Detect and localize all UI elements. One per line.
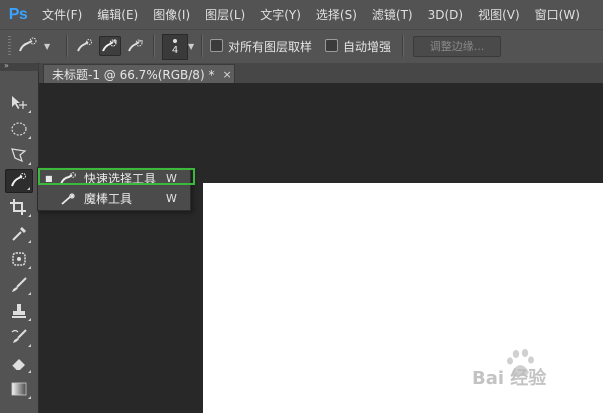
move-tool-icon [12, 96, 27, 109]
photoshop-logo: Ps [8, 5, 28, 23]
close-icon[interactable]: × [222, 68, 231, 81]
menu-view[interactable]: 视图(V) [478, 6, 520, 23]
move-tool[interactable] [5, 91, 33, 115]
quick-selection-icon [59, 171, 79, 187]
marquee-tool[interactable] [5, 117, 33, 141]
menu-edit[interactable]: 编辑(E) [97, 6, 138, 23]
magic-wand-icon [59, 191, 79, 207]
quick-selection-tool-icon [11, 173, 26, 187]
selected-marker-icon: ■ [45, 174, 53, 183]
tool-preset-picker[interactable]: ▼ [18, 35, 56, 57]
separator [201, 35, 203, 57]
document-tab-bar: 未标题-1 @ 66.7%(RGB/8) * × [39, 63, 603, 84]
document-tab-title: 未标题-1 @ 66.7%(RGB/8) * [52, 68, 215, 82]
options-grip[interactable] [8, 36, 11, 56]
separator [153, 35, 155, 57]
menu-file[interactable]: 文件(F) [42, 6, 82, 23]
lasso-tool-icon [11, 148, 27, 163]
history-brush-tool[interactable] [5, 325, 33, 349]
tool-flyout-menu: ■ 快速选择工具 W 魔棒工具 W [37, 167, 191, 211]
watermark-text: Bai 经验 [472, 367, 547, 389]
flyout-item-quick-selection[interactable]: ■ 快速选择工具 W [38, 169, 190, 188]
tools-panel [0, 71, 39, 413]
subtract-from-selection-button[interactable] [125, 36, 147, 56]
options-bar: ▼ 4 ▼ 对所有图层取样 自动增强 调整边缘... [0, 29, 603, 64]
history-brush-tool-icon [11, 329, 27, 343]
eyedropper-tool[interactable] [5, 221, 33, 245]
crop-tool[interactable] [5, 195, 33, 219]
sample-all-layers-label: 对所有图层取样 [228, 40, 313, 54]
brush-tool[interactable] [5, 273, 33, 297]
gradient-tool-icon [11, 382, 27, 396]
eyedropper-tool-icon [12, 227, 26, 241]
lasso-tool[interactable] [5, 143, 33, 167]
brush-size-picker[interactable]: 4 [162, 34, 188, 60]
crop-tool-icon [10, 199, 26, 215]
quick-selection-icon [19, 37, 37, 52]
menu-select[interactable]: 选择(S) [316, 6, 357, 23]
collapse-toolbar-icon[interactable]: » [4, 62, 9, 70]
separator [66, 35, 68, 57]
gradient-tool[interactable] [5, 377, 33, 401]
flyout-item-label: 魔棒工具 [84, 192, 133, 206]
flyout-item-magic-wand[interactable]: 魔棒工具 W [38, 189, 190, 208]
menu-filter[interactable]: 滤镜(T) [372, 6, 413, 23]
sample-all-layers-checkbox[interactable] [210, 39, 223, 52]
chevron-down-icon[interactable]: ▼ [188, 42, 194, 51]
clone-stamp-tool[interactable] [5, 299, 33, 323]
menu-layer[interactable]: 图层(L) [205, 6, 245, 23]
add-to-selection-button[interactable] [99, 36, 121, 56]
brush-tool-icon [12, 277, 27, 292]
quick-selection-tool[interactable] [5, 169, 33, 193]
baidu-watermark: Bai 经验 [472, 349, 547, 389]
spot-healing-tool[interactable] [5, 247, 33, 271]
refine-edge-button[interactable]: 调整边缘... [413, 36, 501, 57]
eraser-tool[interactable] [5, 351, 33, 375]
menu-3d[interactable]: 3D(D) [428, 8, 463, 22]
new-selection-button[interactable] [74, 36, 96, 56]
add-to-selection-icon [102, 39, 117, 52]
flyout-item-label: 快速选择工具 [84, 172, 157, 186]
auto-enhance-checkbox[interactable] [325, 39, 338, 52]
menu-window[interactable]: 窗口(W) [535, 6, 580, 23]
eraser-tool-icon [11, 359, 25, 371]
chevron-down-icon: ▼ [44, 41, 51, 51]
auto-enhance-label: 自动增强 [343, 40, 392, 54]
subtract-from-selection-icon [128, 39, 143, 52]
menu-image[interactable]: 图像(I) [153, 6, 190, 23]
menu-bar: Ps 文件(F) 编辑(E) 图像(I) 图层(L) 文字(Y) 选择(S) 滤… [0, 0, 603, 29]
brush-size-value: 4 [171, 45, 179, 56]
flyout-item-shortcut: W [166, 172, 177, 185]
flyout-item-shortcut: W [166, 192, 177, 205]
menu-type[interactable]: 文字(Y) [260, 6, 301, 23]
spot-healing-tool-icon [12, 252, 26, 266]
separator [402, 35, 404, 57]
clone-stamp-tool-icon [12, 304, 26, 318]
document-tab[interactable]: 未标题-1 @ 66.7%(RGB/8) * × [43, 64, 235, 84]
marquee-tool-icon [11, 122, 27, 136]
new-selection-icon [77, 39, 92, 52]
brush-tip-icon [173, 39, 177, 43]
